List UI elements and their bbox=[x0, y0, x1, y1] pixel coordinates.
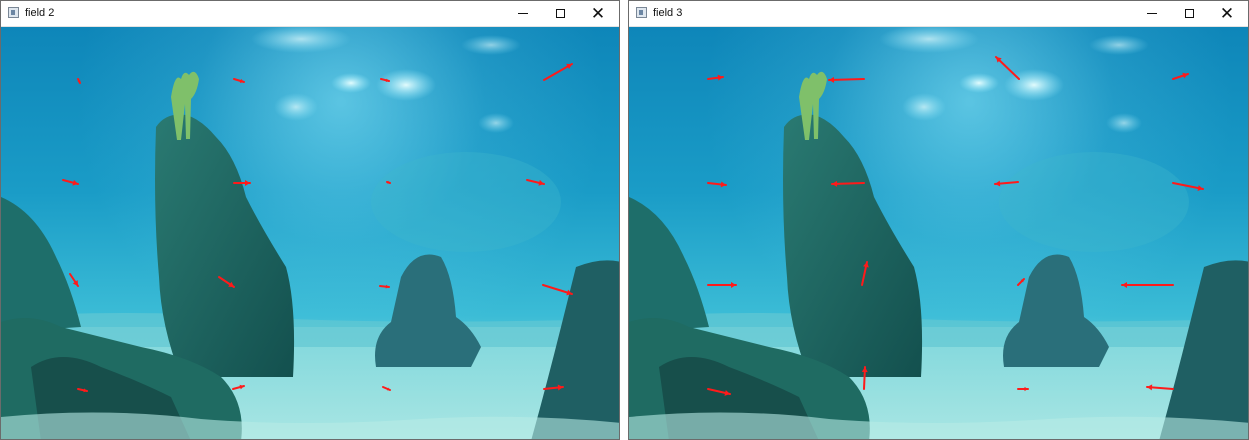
flow-arrow bbox=[379, 284, 390, 289]
titlebar[interactable]: field 3 ✕ bbox=[629, 1, 1248, 27]
flow-arrow bbox=[707, 282, 737, 288]
flow-arrow bbox=[861, 366, 868, 390]
close-button[interactable]: ✕ bbox=[1208, 1, 1246, 26]
flow-arrow bbox=[62, 179, 79, 186]
flow-field-view bbox=[1, 27, 619, 439]
flow-arrow bbox=[69, 273, 79, 287]
flow-arrow bbox=[380, 78, 390, 82]
minimize-button[interactable] bbox=[504, 1, 542, 26]
flow-arrow bbox=[233, 78, 245, 84]
flow-arrow bbox=[707, 181, 727, 188]
flow-arrow bbox=[707, 388, 731, 396]
flow-arrow bbox=[542, 284, 573, 296]
flow-arrow bbox=[994, 180, 1019, 187]
flow-arrow bbox=[382, 386, 391, 391]
minimize-icon bbox=[1147, 13, 1157, 14]
flow-arrow bbox=[707, 74, 724, 81]
flow-arrow bbox=[233, 180, 251, 186]
flow-arrow bbox=[1121, 282, 1174, 288]
app-window-icon bbox=[8, 7, 19, 18]
flow-arrow bbox=[1172, 72, 1189, 80]
flow-arrow bbox=[1146, 384, 1174, 391]
flow-arrow bbox=[1017, 386, 1029, 392]
flow-arrow bbox=[543, 63, 573, 81]
window-title: field 2 bbox=[25, 7, 55, 19]
flow-arrow bbox=[1017, 278, 1025, 286]
flow-arrow bbox=[77, 388, 88, 393]
flow-arrow bbox=[995, 56, 1020, 80]
flow-arrow bbox=[1172, 182, 1204, 191]
window-title: field 3 bbox=[653, 7, 683, 19]
window-field-3: field 3 ✕ bbox=[628, 0, 1249, 440]
flow-arrow-overlay bbox=[707, 56, 1204, 396]
flow-field-view bbox=[629, 27, 1248, 439]
app-window-icon bbox=[636, 7, 647, 18]
flow-arrow bbox=[831, 180, 865, 187]
close-icon: ✕ bbox=[1219, 4, 1235, 23]
flow-arrow bbox=[232, 384, 245, 390]
close-button[interactable]: ✕ bbox=[579, 1, 617, 26]
minimize-button[interactable] bbox=[1133, 1, 1171, 26]
flow-arrow bbox=[218, 276, 235, 288]
flow-arrow-overlay bbox=[62, 63, 573, 393]
close-icon: ✕ bbox=[590, 4, 606, 23]
maximize-button[interactable] bbox=[1170, 1, 1208, 26]
window-field-2: field 2 ✕ bbox=[0, 0, 620, 440]
flow-arrow bbox=[543, 384, 564, 391]
minimize-icon bbox=[518, 13, 528, 14]
flow-arrow bbox=[526, 179, 545, 186]
maximize-icon bbox=[555, 9, 565, 18]
flow-arrow bbox=[77, 78, 81, 84]
maximize-icon bbox=[1184, 9, 1194, 18]
flow-arrow bbox=[386, 180, 391, 184]
flow-arrow bbox=[828, 76, 865, 83]
titlebar[interactable]: field 2 ✕ bbox=[1, 1, 619, 27]
flow-arrow bbox=[861, 261, 869, 286]
maximize-button[interactable] bbox=[541, 1, 579, 26]
